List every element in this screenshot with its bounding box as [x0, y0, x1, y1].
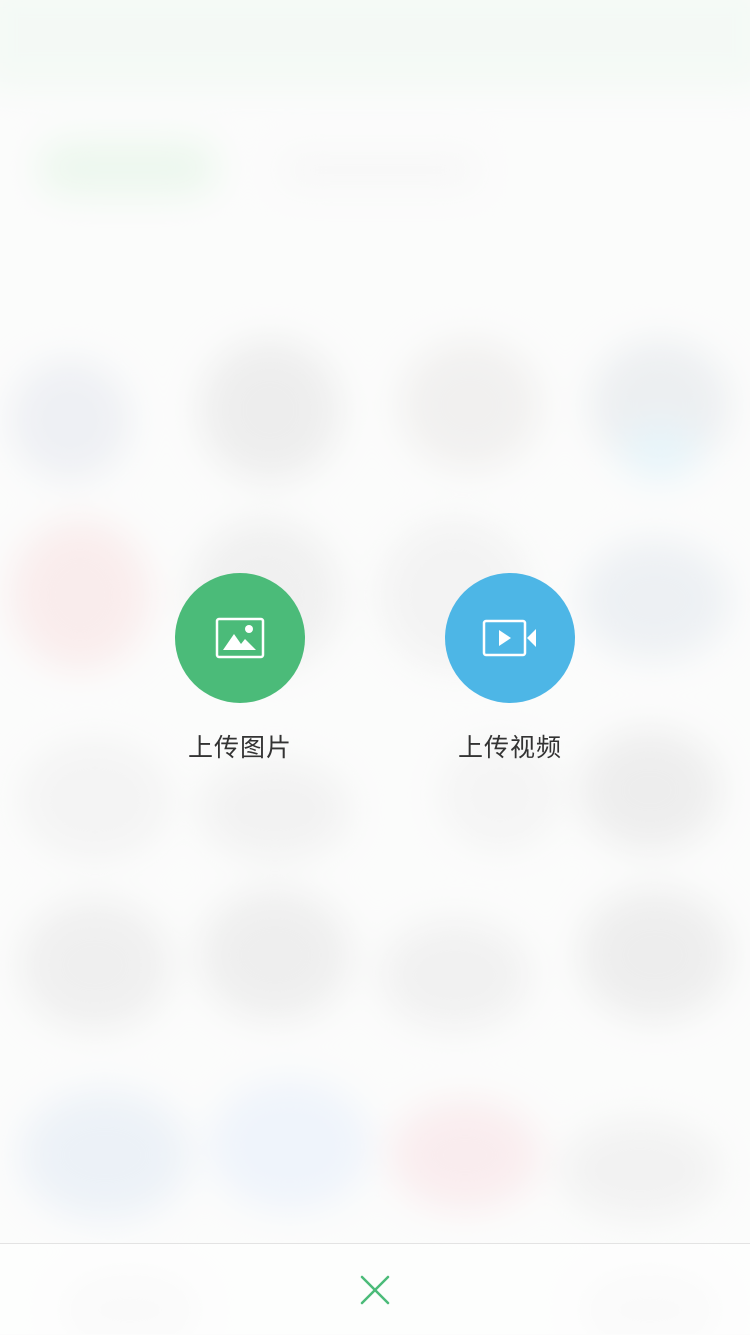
dim-overlay: [0, 0, 750, 1334]
upload-video-button[interactable]: 上传视频: [410, 573, 610, 773]
upload-image-button[interactable]: 上传图片: [140, 573, 340, 773]
close-icon: [360, 1275, 390, 1305]
upload-image-circle[interactable]: [175, 573, 305, 703]
video-camera-icon: [482, 619, 536, 657]
close-button[interactable]: [355, 1270, 395, 1310]
upload-video-label: 上传视频: [457, 733, 562, 762]
upload-video-circle[interactable]: [445, 573, 575, 703]
bottom-close-bar: [0, 1243, 750, 1335]
upload-image-label: 上传图片: [187, 733, 292, 762]
image-icon: [215, 617, 265, 659]
